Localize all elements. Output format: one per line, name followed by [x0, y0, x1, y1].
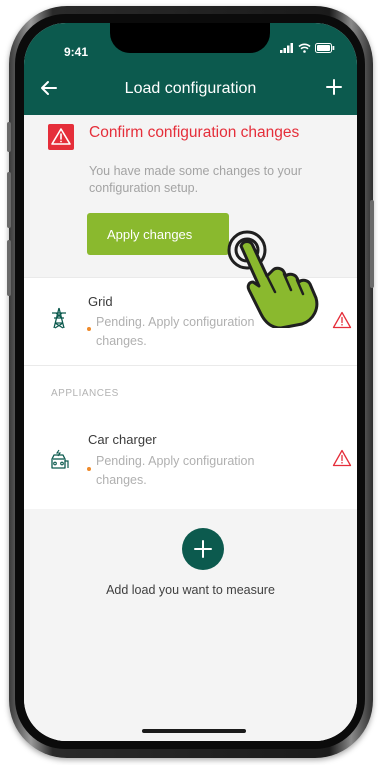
- appliance-status: Pending. Apply configuration changes.: [96, 454, 255, 487]
- alert-title: Confirm configuration changes: [89, 124, 300, 141]
- pending-dot: [87, 327, 91, 331]
- status-time: 9:41: [64, 45, 89, 59]
- car-charger-icon: [51, 449, 69, 469]
- tap-hand-icon: [227, 230, 319, 328]
- volume-up-button: [7, 172, 11, 228]
- warning-icon: [332, 449, 352, 467]
- apply-changes-label: Apply changes: [107, 226, 193, 242]
- warning-icon: [332, 311, 352, 329]
- add-load-label: Add load you want to measure: [106, 583, 275, 597]
- plus-icon: [194, 540, 212, 558]
- wifi-icon: [298, 43, 311, 53]
- power-pylon-icon: [52, 307, 66, 329]
- signal-icon: [280, 43, 293, 53]
- alert-message: You have made some changes to your confi…: [89, 164, 302, 195]
- page-title: Load configuration: [124, 80, 257, 97]
- battery-icon: [315, 43, 335, 53]
- apply-changes-button[interactable]: Apply changes: [87, 213, 229, 255]
- appliance-name: Car charger: [88, 432, 157, 447]
- plus-icon[interactable]: [325, 78, 343, 96]
- divider: [24, 365, 357, 366]
- volume-down-button: [7, 240, 11, 296]
- status-icons: [280, 43, 335, 53]
- phone-screen: 9:41 Load configuration Confirm configur…: [24, 23, 357, 741]
- appliances-section-label: APPLIANCES: [51, 388, 119, 399]
- warning-triangle-icon: [48, 124, 74, 150]
- add-load-button[interactable]: [182, 528, 224, 570]
- power-button: [370, 200, 374, 288]
- phone-notch: [110, 23, 270, 53]
- app-bar: 9:41 Load configuration: [24, 23, 357, 115]
- mute-switch: [7, 122, 11, 152]
- pending-dot: [87, 467, 91, 471]
- home-indicator: [142, 729, 246, 733]
- load-name: Grid: [88, 294, 113, 309]
